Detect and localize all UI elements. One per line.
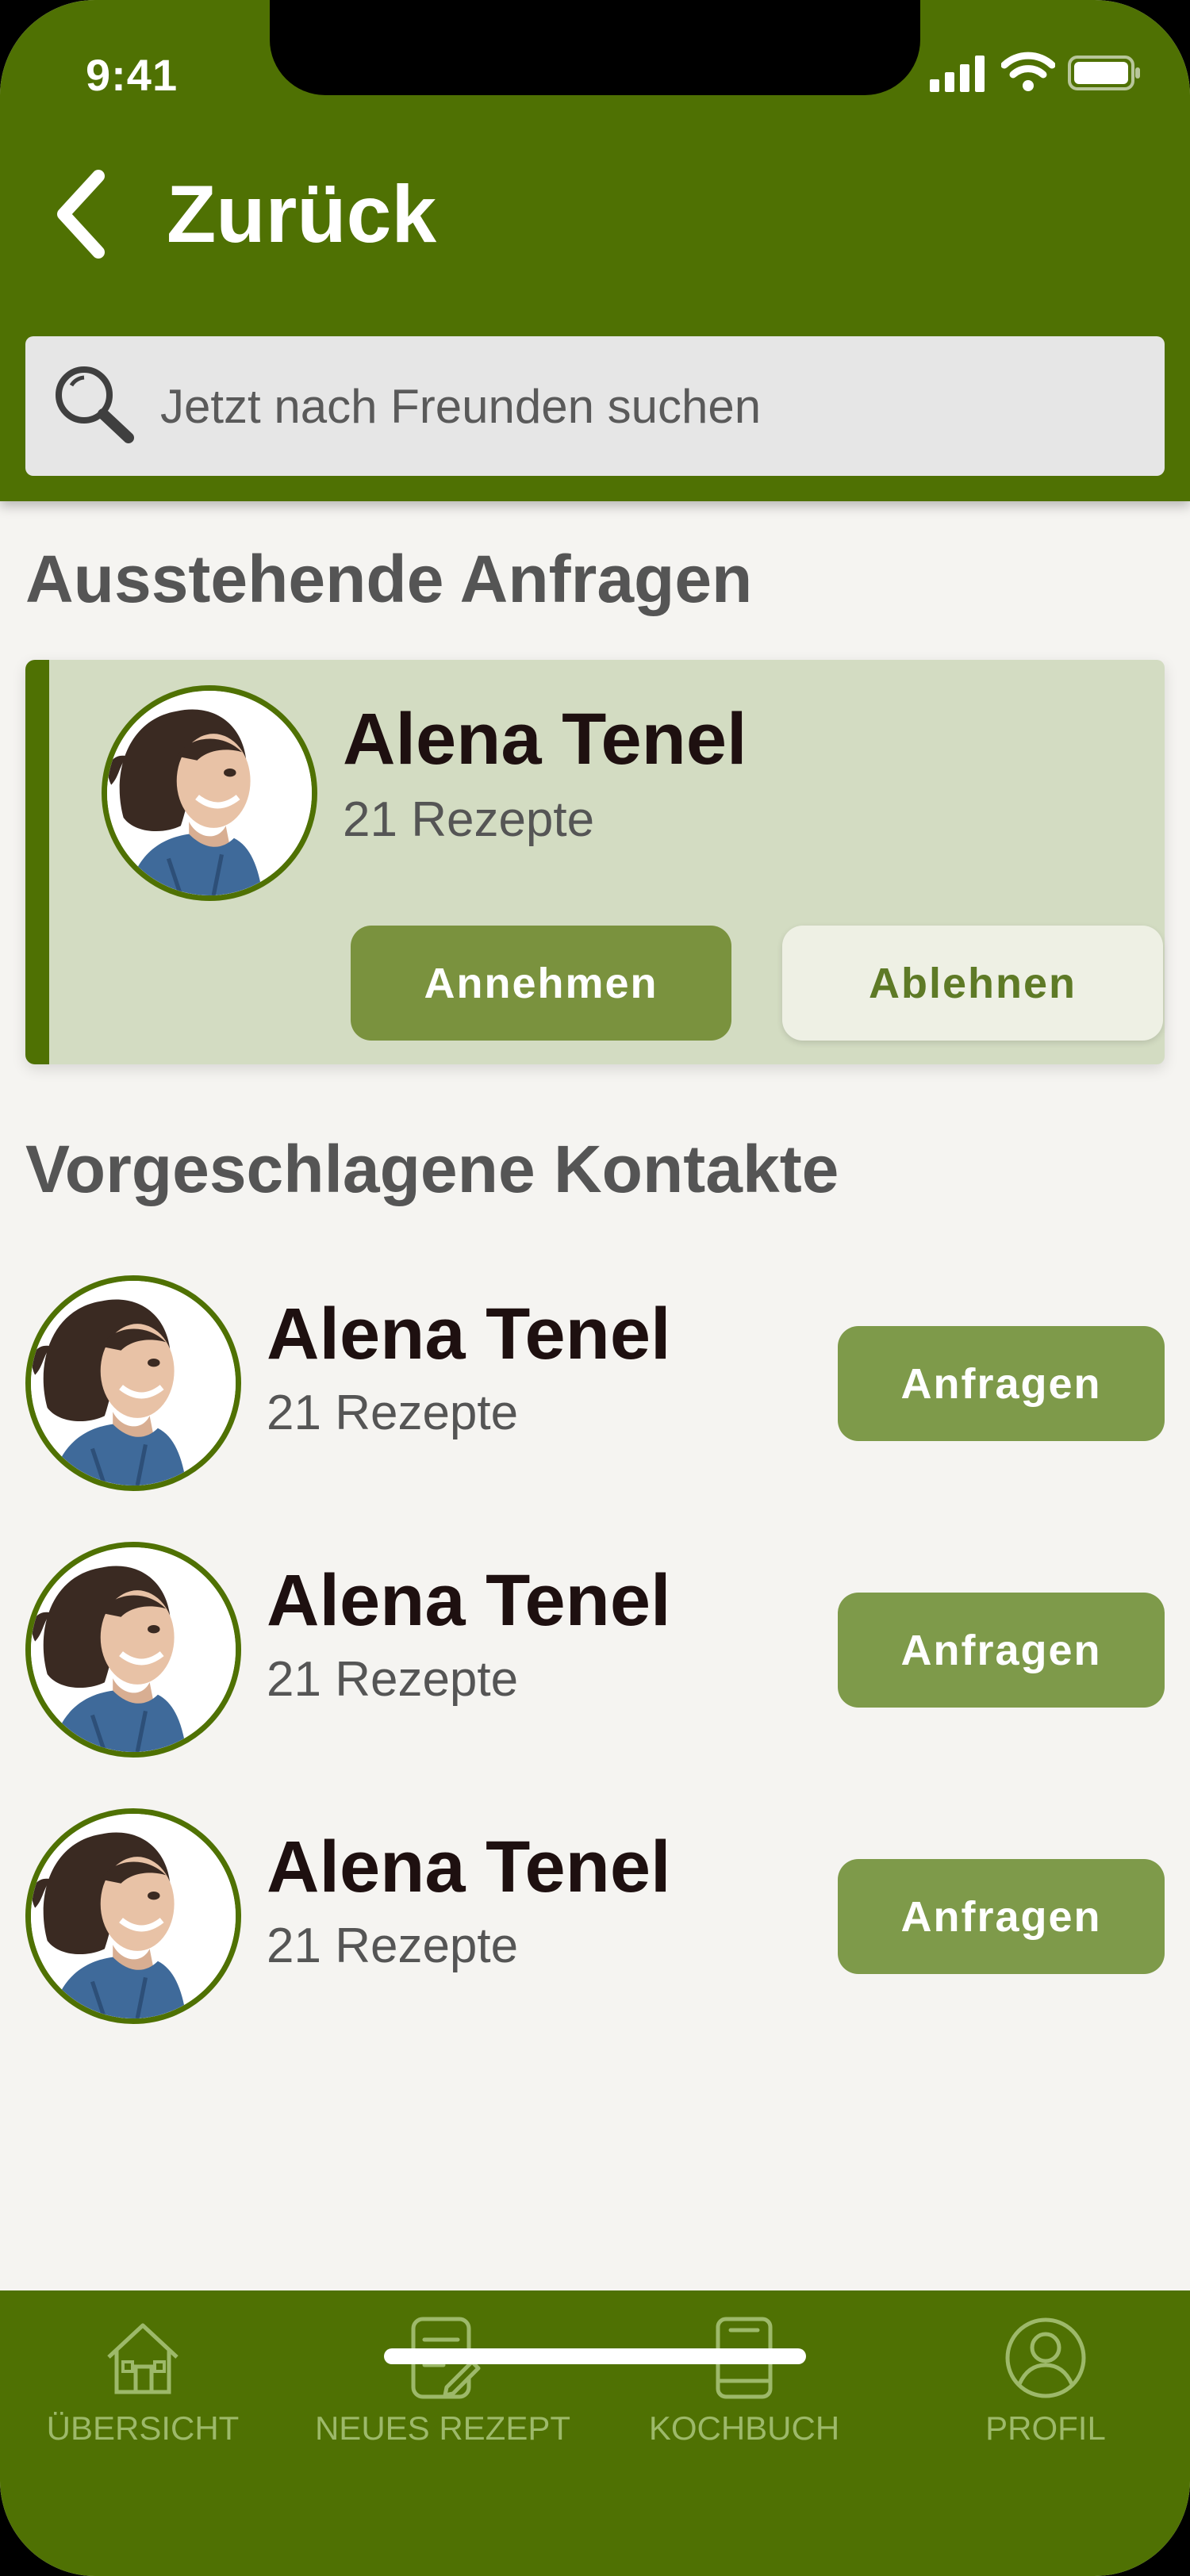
nav-label-profile: PROFIL [985, 2409, 1106, 2447]
contact-recipes: 21 Rezepte [267, 1652, 519, 1707]
avatar [25, 1275, 241, 1491]
wifi-icon [1001, 52, 1055, 91]
avatar [25, 1542, 241, 1758]
back-button[interactable]: Zurück [48, 163, 460, 266]
signal-icon [930, 56, 985, 92]
avatar [25, 1808, 241, 2024]
request-button[interactable]: Anfragen [838, 1593, 1165, 1708]
pending-section-title: Ausstehende Anfragen [25, 542, 753, 616]
header: 9:41 Zurück [0, 0, 1190, 501]
contact-row: Alena Tenel 21 Rezepte Anfragen [0, 1275, 1190, 1494]
avatar [102, 685, 317, 901]
search-bar[interactable] [25, 336, 1165, 476]
notch [270, 0, 920, 95]
back-label: Zurück [167, 168, 437, 259]
pending-request-recipes: 21 Rezepte [343, 792, 595, 847]
contact-row: Alena Tenel 21 Rezepte Anfragen [0, 1808, 1190, 2027]
status-time: 9:41 [86, 50, 178, 100]
pending-request-card: Alena Tenel 21 Rezepte Annehmen Ablehnen [25, 660, 1165, 1064]
search-icon [56, 366, 134, 443]
request-button[interactable]: Anfragen [838, 1859, 1165, 1974]
contact-name: Alena Tenel [267, 1827, 671, 1907]
contact-recipes: 21 Rezepte [267, 1919, 519, 1973]
profile-icon [1005, 2317, 1086, 2398]
request-button[interactable]: Anfragen [838, 1326, 1165, 1441]
bottom-navigation: ÜBERSICHT NEUES REZEPT KOCHBUCH PROFIL [0, 2290, 1190, 2576]
suggested-section-title: Vorgeschlagene Kontakte [25, 1132, 839, 1206]
app-screen: 9:41 Zurück Jetzt nach Freunden suchen A… [0, 0, 1190, 2576]
contact-name: Alena Tenel [267, 1560, 671, 1641]
search-input[interactable] [159, 378, 1114, 435]
home-indicator [384, 2348, 806, 2364]
nav-label-overview: ÜBERSICHT [46, 2409, 240, 2447]
contact-name: Alena Tenel [267, 1294, 671, 1374]
nav-label-cookbook: KOCHBUCH [648, 2409, 840, 2447]
battery-icon [1068, 56, 1140, 90]
contact-recipes: 21 Rezepte [267, 1386, 519, 1440]
nav-label-new-recipe: NEUES REZEPT [314, 2409, 571, 2447]
home-icon [107, 2323, 178, 2394]
decline-button[interactable]: Ablehnen [782, 926, 1163, 1041]
nav-item-new-recipe[interactable]: NEUES REZEPT [292, 2314, 593, 2457]
contact-row: Alena Tenel 21 Rezepte Anfragen [0, 1542, 1190, 1761]
nav-item-profile[interactable]: PROFIL [895, 2314, 1190, 2457]
nav-item-cookbook[interactable]: KOCHBUCH [593, 2314, 895, 2457]
pending-request-name: Alena Tenel [343, 699, 747, 780]
nav-item-overview[interactable]: ÜBERSICHT [0, 2314, 294, 2457]
accept-button[interactable]: Annehmen [351, 926, 731, 1041]
chevron-left-icon [57, 170, 105, 259]
